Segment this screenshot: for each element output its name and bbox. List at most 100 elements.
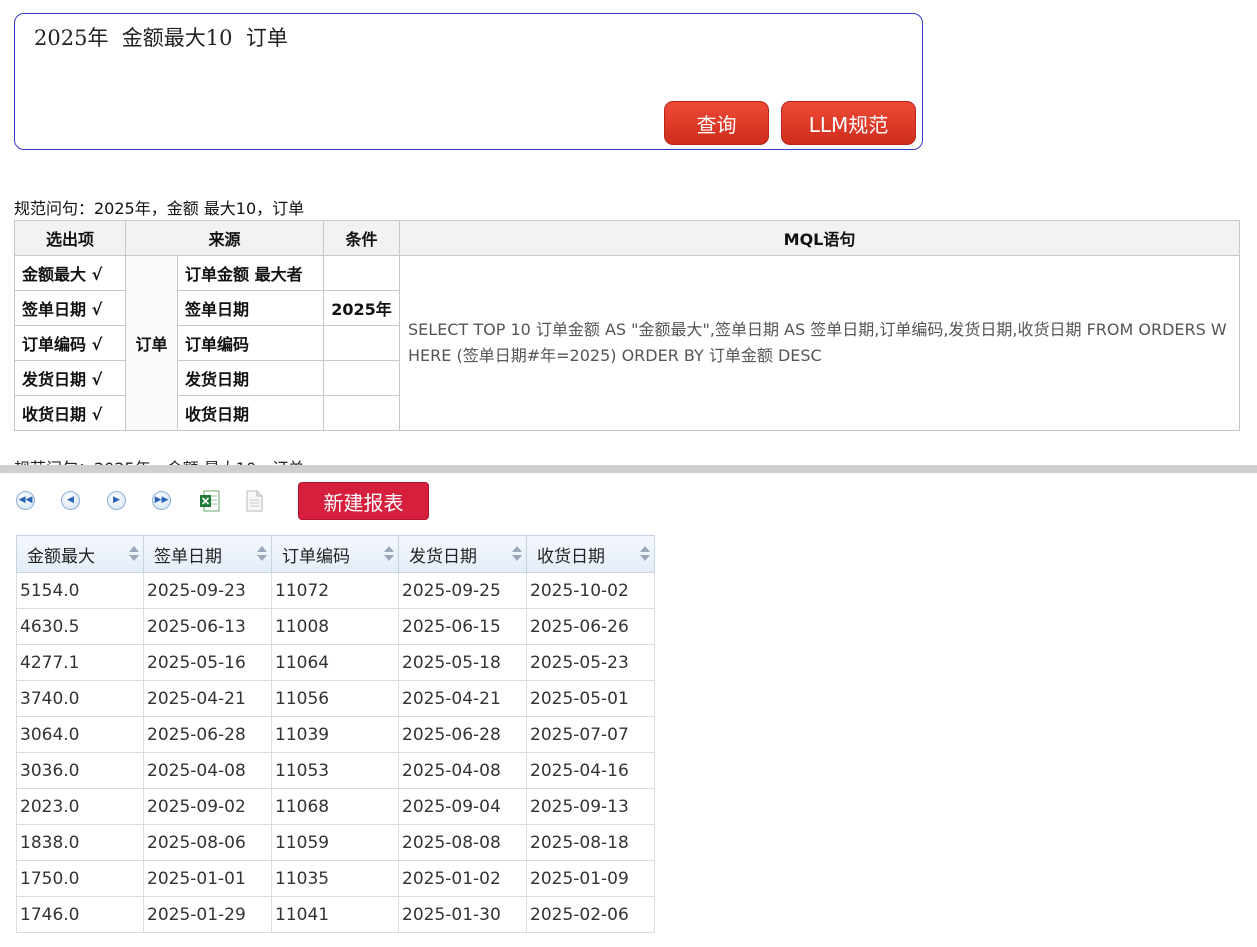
table-cell: 2025-06-13 bbox=[143, 608, 272, 645]
table-cell: 2025-01-30 bbox=[398, 896, 527, 933]
table-cell: 2025-01-02 bbox=[398, 860, 527, 897]
sort-icon[interactable] bbox=[512, 545, 522, 563]
table-cell: 2025-05-01 bbox=[526, 680, 655, 717]
mql-statement: SELECT TOP 10 订单金额 AS "金额最大",签单日期 AS 签单日… bbox=[399, 255, 1240, 431]
condition bbox=[323, 360, 401, 396]
column-header-label: 订单编码 bbox=[282, 546, 350, 567]
table-cell: 11041 bbox=[271, 896, 399, 933]
condition bbox=[323, 325, 401, 361]
table-cell: 2025-09-02 bbox=[143, 788, 272, 825]
select-item: 金额最大 √ bbox=[14, 255, 126, 291]
header-mql: MQL语句 bbox=[399, 220, 1240, 256]
table-row[interactable]: 4630.5 2025-06-13 11008 2025-06-15 2025-… bbox=[16, 608, 655, 645]
column-header[interactable]: 签单日期 bbox=[143, 535, 272, 573]
query-input[interactable]: 2025年 金额最大10 订单 bbox=[34, 22, 894, 102]
table-cell: 11035 bbox=[271, 860, 399, 897]
table-row[interactable]: 1838.0 2025-08-06 11059 2025-08-08 2025-… bbox=[16, 824, 655, 861]
table-cell: 2025-04-16 bbox=[526, 752, 655, 789]
document-icon[interactable] bbox=[245, 490, 264, 512]
excel-export-icon[interactable] bbox=[199, 490, 220, 512]
source-field: 签单日期 bbox=[176, 290, 325, 326]
table-cell: 11039 bbox=[271, 716, 399, 753]
table-cell: 2025-09-04 bbox=[398, 788, 527, 825]
sort-icon[interactable] bbox=[129, 545, 139, 563]
sort-icon[interactable] bbox=[257, 545, 267, 563]
table-cell: 2025-06-15 bbox=[398, 608, 527, 645]
select-item: 签单日期 √ bbox=[14, 290, 126, 326]
normalized-question: 规范问句：2025年，金额 最大10，订单 bbox=[14, 199, 305, 218]
table-cell: 2025-05-18 bbox=[398, 644, 527, 681]
query-box: 2025年 金额最大10 订单 查询 LLM规范 bbox=[14, 13, 923, 150]
column-header-label: 收货日期 bbox=[537, 546, 605, 567]
table-cell: 2025-09-23 bbox=[143, 572, 272, 609]
table-cell: 2025-06-28 bbox=[398, 716, 527, 753]
table-row[interactable]: 3064.0 2025-06-28 11039 2025-06-28 2025-… bbox=[16, 716, 655, 753]
table-cell: 2025-02-06 bbox=[526, 896, 655, 933]
table-cell: 2025-08-18 bbox=[526, 824, 655, 861]
clipped-text: 规范问句：2025年，金额 最大10，订单 bbox=[14, 455, 414, 465]
table-cell: 5154.0 bbox=[16, 572, 144, 609]
table-cell: 11008 bbox=[271, 608, 399, 645]
table-cell: 2025-10-02 bbox=[526, 572, 655, 609]
condition: 2025年 bbox=[323, 290, 401, 326]
table-row[interactable]: 2023.0 2025-09-02 11068 2025-09-04 2025-… bbox=[16, 788, 655, 825]
column-header-label: 发货日期 bbox=[409, 546, 477, 567]
clipped-normalized-question: 规范问句：2025年，金额 最大10，订单 bbox=[14, 455, 304, 465]
table-row[interactable]: 4277.1 2025-05-16 11064 2025-05-18 2025-… bbox=[16, 644, 655, 681]
table-cell: 11064 bbox=[271, 644, 399, 681]
column-header[interactable]: 收货日期 bbox=[526, 535, 655, 573]
table-row[interactable]: 1746.0 2025-01-29 11041 2025-01-30 2025-… bbox=[16, 896, 655, 933]
query-button[interactable]: 查询 bbox=[664, 101, 769, 145]
source-field: 订单编码 bbox=[176, 325, 325, 361]
source-field: 订单金额 最大者 bbox=[176, 255, 325, 291]
table-cell: 1746.0 bbox=[16, 896, 144, 933]
table-cell: 2023.0 bbox=[16, 788, 144, 825]
table-cell: 2025-04-21 bbox=[143, 680, 272, 717]
table-cell: 2025-04-08 bbox=[143, 752, 272, 789]
table-cell: 3064.0 bbox=[16, 716, 144, 753]
table-cell: 1750.0 bbox=[16, 860, 144, 897]
table-row[interactable]: 3740.0 2025-04-21 11056 2025-04-21 2025-… bbox=[16, 680, 655, 717]
table-cell: 11068 bbox=[271, 788, 399, 825]
column-header[interactable]: 发货日期 bbox=[398, 535, 527, 573]
table-cell: 2025-09-13 bbox=[526, 788, 655, 825]
table-cell: 11072 bbox=[271, 572, 399, 609]
column-header[interactable]: 金额最大 bbox=[16, 535, 144, 573]
table-cell: 2025-09-25 bbox=[398, 572, 527, 609]
table-cell: 2025-04-21 bbox=[398, 680, 527, 717]
select-item: 收货日期 √ bbox=[14, 395, 126, 431]
table-cell: 11056 bbox=[271, 680, 399, 717]
new-report-button[interactable]: 新建报表 bbox=[298, 482, 429, 520]
table-cell: 2025-01-01 bbox=[143, 860, 272, 897]
analysis-table: 选出项 来源 条件 MQL语句 金额最大 √ 订单 订单金额 最大者 SELEC… bbox=[14, 220, 1240, 431]
analysis-row: 金额最大 √ 订单 订单金额 最大者 SELECT TOP 10 订单金额 AS… bbox=[14, 255, 1240, 431]
table-cell: 2025-05-16 bbox=[143, 644, 272, 681]
table-cell: 2025-07-07 bbox=[526, 716, 655, 753]
pane-splitter[interactable] bbox=[0, 465, 1257, 473]
result-grid: 金额最大 签单日期 订单编码 发货日期 收货日期 5154.0 2025-09-… bbox=[16, 535, 655, 933]
select-item: 发货日期 √ bbox=[14, 360, 126, 396]
column-header[interactable]: 订单编码 bbox=[271, 535, 399, 573]
table-row[interactable]: 3036.0 2025-04-08 11053 2025-04-08 2025-… bbox=[16, 752, 655, 789]
result-toolbar: ◀◀ ◀ ▶ ▶▶ 新建报表 bbox=[0, 480, 700, 520]
table-cell: 2025-06-26 bbox=[526, 608, 655, 645]
table-cell: 1838.0 bbox=[16, 824, 144, 861]
table-cell: 2025-05-23 bbox=[526, 644, 655, 681]
next-page-icon[interactable]: ▶ bbox=[107, 491, 126, 510]
first-page-icon[interactable]: ◀◀ bbox=[16, 491, 35, 510]
table-row[interactable]: 5154.0 2025-09-23 11072 2025-09-25 2025-… bbox=[16, 572, 655, 609]
table-cell: 4630.5 bbox=[16, 608, 144, 645]
table-cell: 3740.0 bbox=[16, 680, 144, 717]
table-cell: 11059 bbox=[271, 824, 399, 861]
analysis-header-row: 选出项 来源 条件 MQL语句 bbox=[14, 220, 1240, 256]
condition bbox=[323, 395, 401, 431]
column-header-label: 金额最大 bbox=[27, 546, 95, 567]
condition bbox=[323, 255, 401, 291]
llm-normalize-button[interactable]: LLM规范 bbox=[781, 101, 916, 145]
sort-icon[interactable] bbox=[384, 545, 394, 563]
sort-icon[interactable] bbox=[640, 545, 650, 563]
table-row[interactable]: 1750.0 2025-01-01 11035 2025-01-02 2025-… bbox=[16, 860, 655, 897]
header-select: 选出项 bbox=[14, 220, 126, 256]
prev-page-icon[interactable]: ◀ bbox=[61, 491, 80, 510]
last-page-icon[interactable]: ▶▶ bbox=[152, 491, 171, 510]
